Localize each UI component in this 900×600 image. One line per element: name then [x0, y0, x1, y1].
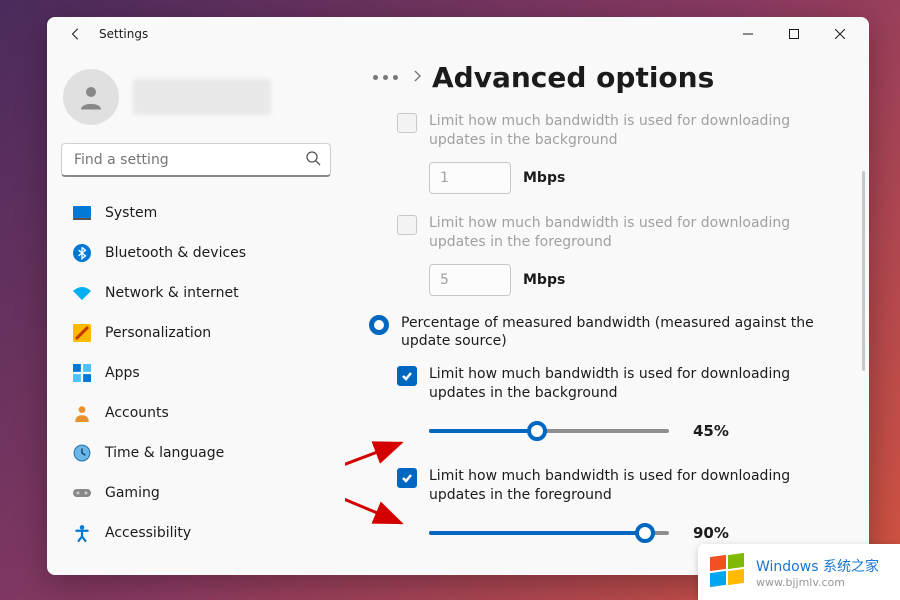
sidebar-item-accounts[interactable]: Accounts [61, 395, 331, 431]
breadcrumb-ellipsis[interactable] [369, 71, 402, 84]
percentage-radio-row[interactable]: Percentage of measured bandwidth (measur… [369, 314, 851, 352]
sidebar-item-system[interactable]: System [61, 195, 331, 231]
unit-label: Mbps [523, 272, 565, 288]
nav-list: System Bluetooth & devices Network & int… [61, 195, 331, 551]
search-icon [305, 150, 321, 170]
percentage-bg-option[interactable]: Limit how much bandwidth is used for dow… [397, 365, 851, 403]
avatar [63, 69, 119, 125]
settings-window: Settings System Bluetooth & devices Netw… [47, 17, 869, 575]
chevron-right-icon [412, 68, 422, 87]
sidebar-item-gaming[interactable]: Gaming [61, 475, 331, 511]
absolute-fg-input [429, 264, 511, 296]
breadcrumb: Advanced options [369, 61, 851, 94]
apps-icon [73, 364, 91, 382]
watermark-url: www.bjjmlv.com [756, 576, 879, 589]
app-title: Settings [99, 27, 148, 41]
sidebar: System Bluetooth & devices Network & int… [47, 51, 345, 575]
nav-label: Bluetooth & devices [105, 245, 246, 261]
percentage-fg-value: 90% [693, 524, 729, 542]
absolute-bg-input [429, 162, 511, 194]
nav-label: System [105, 205, 157, 221]
percentage-fg-label: Limit how much bandwidth is used for dow… [429, 467, 851, 505]
system-icon [73, 204, 91, 222]
nav-label: Personalization [105, 325, 211, 341]
back-button[interactable] [61, 19, 91, 49]
absolute-bg-checkbox [397, 113, 417, 133]
percentage-bg-value: 45% [693, 422, 729, 440]
accessibility-icon [73, 524, 91, 542]
watermark: Windows 系统之家 www.bjjmlv.com [698, 544, 900, 600]
percentage-bg-slider[interactable] [429, 421, 669, 441]
nav-label: Accessibility [105, 525, 191, 541]
sidebar-item-accessibility[interactable]: Accessibility [61, 515, 331, 551]
scrollbar[interactable] [862, 171, 865, 371]
absolute-fg-label: Limit how much bandwidth is used for dow… [429, 214, 851, 252]
page-title: Advanced options [432, 61, 714, 94]
percentage-bg-label: Limit how much bandwidth is used for dow… [429, 365, 851, 403]
watermark-title: Windows 系统之家 [756, 556, 879, 576]
bluetooth-icon [73, 244, 91, 262]
absolute-bg-option: Limit how much bandwidth is used for dow… [397, 112, 851, 150]
percentage-radio-label: Percentage of measured bandwidth (measur… [401, 314, 851, 352]
main-content: Advanced options Limit how much bandwidt… [345, 51, 869, 575]
profile-block[interactable] [61, 69, 331, 125]
sidebar-item-time[interactable]: Time & language [61, 435, 331, 471]
nav-label: Gaming [105, 485, 160, 501]
percentage-fg-option[interactable]: Limit how much bandwidth is used for dow… [397, 467, 851, 505]
absolute-fg-option: Limit how much bandwidth is used for dow… [397, 214, 851, 252]
personalization-icon [73, 324, 91, 342]
percentage-bg-checkbox[interactable] [397, 366, 417, 386]
close-button[interactable] [817, 19, 863, 49]
sidebar-item-network[interactable]: Network & internet [61, 275, 331, 311]
nav-label: Accounts [105, 405, 169, 421]
unit-label: Mbps [523, 170, 565, 186]
nav-label: Apps [105, 365, 140, 381]
sidebar-item-personalization[interactable]: Personalization [61, 315, 331, 351]
accounts-icon [73, 404, 91, 422]
minimize-button[interactable] [725, 19, 771, 49]
network-icon [73, 284, 91, 302]
sidebar-item-apps[interactable]: Apps [61, 355, 331, 391]
gaming-icon [73, 484, 91, 502]
sidebar-item-bluetooth[interactable]: Bluetooth & devices [61, 235, 331, 271]
percentage-fg-checkbox[interactable] [397, 468, 417, 488]
windows-logo-icon [708, 552, 748, 592]
nav-label: Network & internet [105, 285, 239, 301]
percentage-fg-slider[interactable] [429, 523, 669, 543]
percentage-radio[interactable] [369, 315, 389, 335]
titlebar: Settings [47, 17, 869, 51]
nav-label: Time & language [105, 445, 224, 461]
search-input[interactable] [61, 143, 331, 177]
profile-name-redacted [133, 79, 271, 115]
maximize-button[interactable] [771, 19, 817, 49]
absolute-fg-checkbox [397, 215, 417, 235]
absolute-bg-label: Limit how much bandwidth is used for dow… [429, 112, 851, 150]
time-icon [73, 444, 91, 462]
